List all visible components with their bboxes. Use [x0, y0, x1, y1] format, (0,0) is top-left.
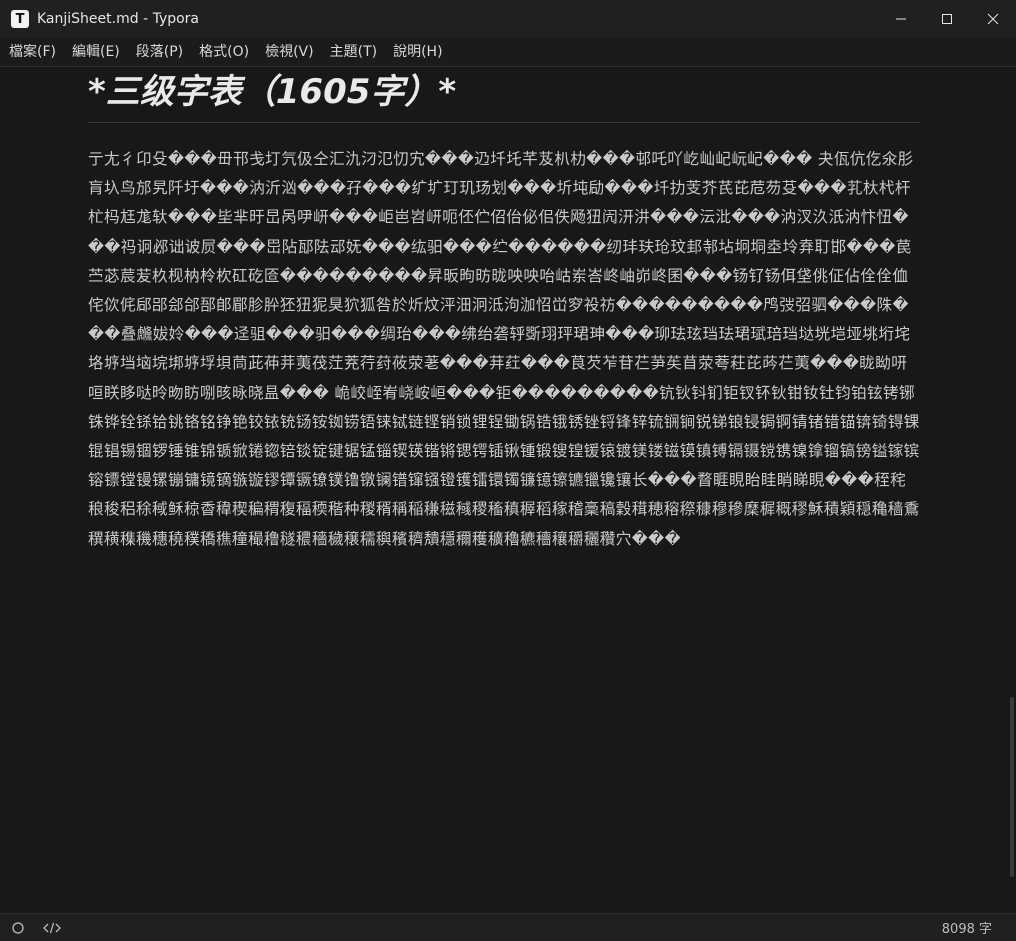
menu-view[interactable]: 檢視(V): [257, 38, 322, 66]
status-bar: 8098 字: [0, 913, 1016, 941]
menu-help[interactable]: 說明(H): [385, 38, 450, 66]
heading-divider: [88, 122, 920, 123]
minimize-button[interactable]: [878, 0, 924, 38]
outline-toggle-icon[interactable]: [11, 921, 25, 935]
editor-area[interactable]: *三级字表（1605字）* 亍尢彳卬殳���毌邗戋圢氕伋仝汇氿汈氾忉宄���辸圲…: [0, 67, 1016, 913]
typora-app-icon: T: [11, 10, 29, 28]
document-body[interactable]: 亍尢彳卬殳���毌邗戋圢氕伋仝汇氿汈氾忉宄���辸圲圫芊芨朳朸���邨吒吖屹屾屺…: [88, 145, 922, 554]
minimize-icon: [896, 18, 906, 20]
close-icon: [987, 13, 999, 25]
scrollbar-thumb[interactable]: [1010, 697, 1014, 877]
close-button[interactable]: [970, 0, 1016, 38]
maximize-icon: [942, 14, 952, 24]
menu-edit[interactable]: 編輯(E): [64, 38, 128, 66]
menu-bar: 檔案(F) 編輯(E) 段落(P) 格式(O) 檢視(V) 主題(T) 說明(H…: [0, 38, 1016, 67]
title-bar: T KanjiSheet.md - Typora: [0, 0, 1016, 39]
document-heading[interactable]: *三级字表（1605字）*: [88, 67, 918, 117]
window-title: KanjiSheet.md - Typora: [37, 11, 200, 27]
menu-theme[interactable]: 主題(T): [322, 38, 385, 66]
maximize-button[interactable]: [924, 0, 970, 38]
menu-file[interactable]: 檔案(F): [0, 38, 64, 66]
word-count[interactable]: 8098 字: [942, 918, 992, 937]
window-controls: [878, 0, 1016, 38]
menu-paragraph[interactable]: 段落(P): [128, 38, 191, 66]
source-code-toggle-icon[interactable]: [43, 921, 61, 935]
menu-format[interactable]: 格式(O): [191, 38, 257, 66]
